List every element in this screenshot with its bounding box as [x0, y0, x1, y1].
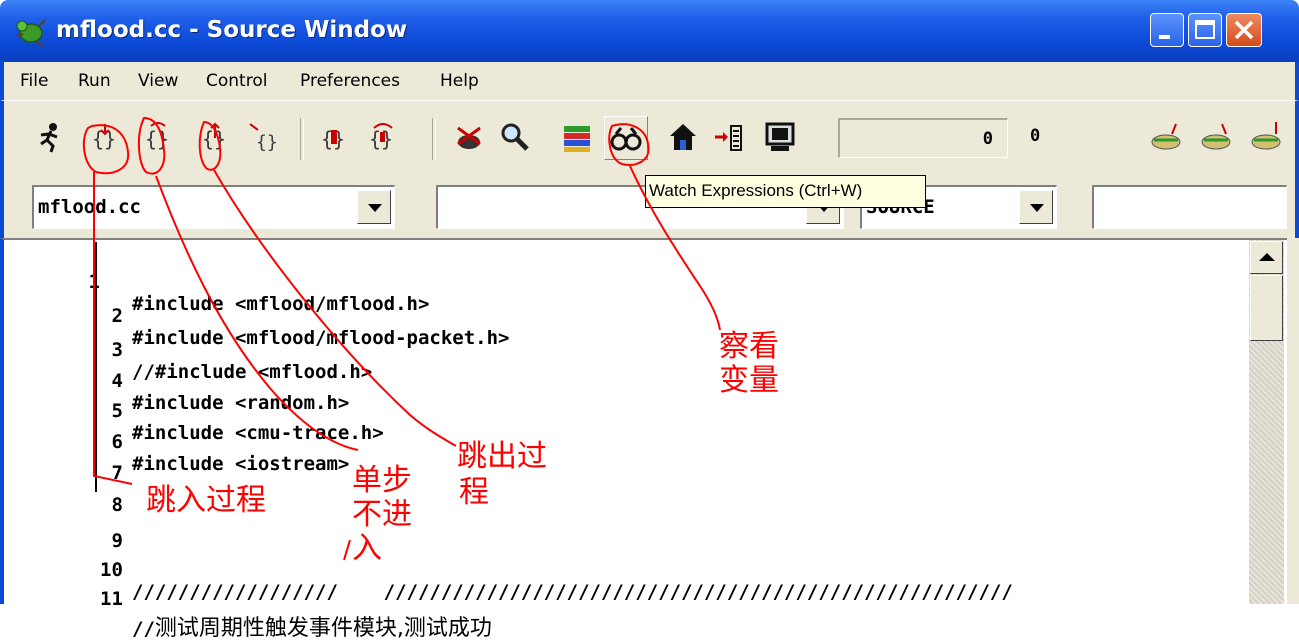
line-number: 3: [111, 339, 123, 361]
binoculars-icon: [610, 127, 642, 151]
annotation-step-out-1: 跳出过: [457, 439, 547, 474]
next-icon[interactable]: {}: [141, 120, 175, 154]
title-bar: mflood.cc - Source Window: [0, 0, 1299, 62]
annotation-watch-2: 变量: [719, 363, 779, 398]
line-text: #include <cmu-trace.h>: [132, 422, 384, 444]
comment-prefix: //: [132, 618, 155, 640]
maximize-icon: [1195, 20, 1215, 39]
watch-expressions-button[interactable]: [604, 116, 648, 160]
line-number: 10: [100, 559, 123, 581]
console-icon[interactable]: [763, 120, 797, 154]
close-icon: [1234, 20, 1254, 40]
line-text: #include <mflood/mflood-packet.h>: [132, 327, 510, 349]
close-button[interactable]: [1226, 13, 1262, 47]
line-number: 5: [111, 400, 123, 422]
minimize-icon: [1159, 35, 1170, 39]
menu-help[interactable]: Help: [440, 71, 479, 91]
line-text: //#include <mflood.h>: [132, 361, 373, 383]
counter-display-2: 0: [1030, 126, 1041, 146]
next-asm-icon[interactable]: {}: [366, 120, 400, 154]
extra-input[interactable]: [1092, 185, 1287, 229]
menu-run[interactable]: Run: [78, 71, 111, 91]
chevron-down-icon[interactable]: [357, 190, 391, 224]
run-icon[interactable]: [33, 120, 67, 154]
search-icon[interactable]: [497, 120, 531, 154]
menu-control[interactable]: Control: [206, 71, 267, 91]
line-number: 9: [111, 530, 123, 552]
bottom-frame-icon[interactable]: [1250, 120, 1284, 154]
line-text: #include <mflood/mflood.h>: [132, 293, 430, 315]
toolbar-separator: [300, 118, 304, 160]
annotation-watch-1: 察看: [719, 329, 779, 364]
locals-icon[interactable]: [713, 120, 747, 154]
stop-icon[interactable]: [452, 120, 486, 154]
file-combobox-value: mflood.cc: [38, 196, 141, 218]
annotation-step-over-2: 不进: [352, 497, 412, 532]
step-asm-icon[interactable]: {}: [318, 120, 352, 154]
menu-file[interactable]: File: [20, 71, 48, 91]
line-number: 4: [111, 370, 123, 392]
annotation-step-into: 跳入过程: [146, 483, 266, 518]
up-frame-icon[interactable]: [1150, 120, 1184, 154]
menu-bar: [0, 62, 1299, 100]
stack-icon[interactable]: [560, 120, 594, 154]
code-line[interactable]: 11 //测试周期性触发事件模块,测试成功: [0, 566, 492, 641]
window-border: [1287, 238, 1299, 604]
home-icon[interactable]: [666, 120, 700, 154]
maximize-button[interactable]: [1188, 13, 1222, 47]
toolbar: [0, 100, 1299, 182]
tooltip: Watch Expressions (Ctrl+W): [645, 175, 926, 208]
continue-icon[interactable]: {}: [246, 120, 280, 154]
counter-display-1: 0: [838, 118, 1008, 158]
line-text: ////////////////// /////////////////////…: [132, 581, 1013, 603]
line-text: #include <random.h>: [132, 392, 350, 414]
step-icon[interactable]: {}: [88, 120, 122, 154]
bug-app-icon: [16, 19, 46, 47]
svg-text:{}: {}: [256, 132, 278, 153]
line-number: 7: [111, 462, 123, 484]
annotation-step-out-2: 程: [459, 475, 489, 510]
svg-text:{}: {}: [145, 127, 169, 151]
down-frame-icon[interactable]: [1200, 120, 1234, 154]
scrollbar-thumb[interactable]: [1250, 275, 1283, 341]
line-text: //测试周期性触发事件模块,测试成功: [132, 610, 492, 642]
menu-view[interactable]: View: [138, 71, 178, 91]
line-number: 8: [111, 494, 123, 516]
line-number: 6: [111, 431, 123, 453]
line-number: 2: [111, 305, 123, 327]
scroll-up-arrow-icon[interactable]: [1250, 241, 1283, 274]
menu-preferences[interactable]: Preferences: [300, 71, 400, 91]
annotation-step-over-1: 单步: [352, 463, 412, 498]
chevron-down-icon[interactable]: [1019, 190, 1053, 224]
line-number: 11: [100, 588, 123, 610]
window-title: mflood.cc - Source Window: [56, 17, 408, 43]
finish-icon[interactable]: {}: [198, 120, 232, 154]
toolbar-separator: [432, 118, 436, 160]
annotation-step-over-3: 入: [352, 531, 382, 566]
minimize-button[interactable]: [1150, 13, 1184, 47]
line-text: #include <iostream>: [132, 453, 350, 475]
comment-text: 测试周期性触发事件模块,测试成功: [154, 616, 492, 641]
file-combobox[interactable]: mflood.cc: [32, 185, 395, 229]
